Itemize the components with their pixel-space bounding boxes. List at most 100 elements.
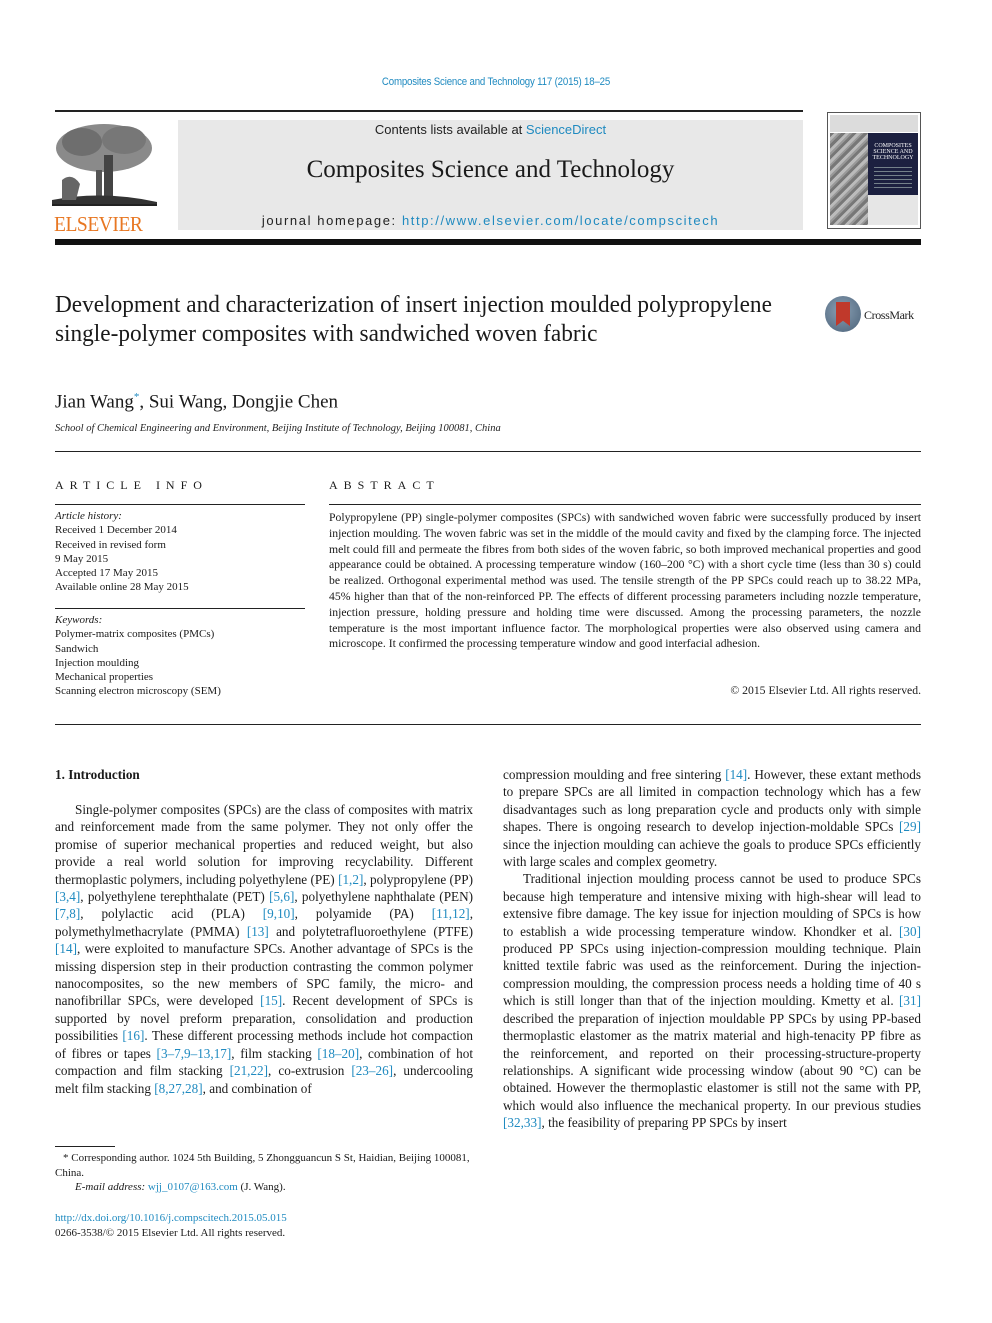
body-text-run: , polypropylene (PP) <box>363 871 473 887</box>
author-corresponding[interactable]: Jian Wang <box>55 391 134 412</box>
keyword-item: Scanning electron microscopy (SEM) <box>55 685 221 698</box>
citation-link[interactable]: [15] <box>260 993 282 1008</box>
citation-link[interactable]: [18–20] <box>317 1046 359 1061</box>
divider-below-abstract <box>55 724 921 725</box>
author-others: , Sui Wang, Dongjie Chen <box>139 391 339 413</box>
body-text-run: described the preparation of injection m… <box>503 1010 921 1113</box>
cover-photo <box>830 133 868 225</box>
body-text-run: , and combination of <box>202 1080 312 1096</box>
history-item: 9 May 2015 <box>55 552 109 565</box>
keywords: Keywords: Polymer-matrix composites (PMC… <box>55 613 305 699</box>
citation-link[interactable]: [9,10] <box>263 906 295 921</box>
elsevier-logo[interactable]: ELSEVIER <box>52 120 157 236</box>
citation-link[interactable]: [30] <box>899 924 921 939</box>
article-info-heading: ARTICLE INFO <box>55 478 208 492</box>
body-text-run: compression moulding and free sintering <box>503 767 726 782</box>
body-text-run: , polylactic acid (PLA) <box>80 906 263 922</box>
keyword-item: Polymer-matrix composites (PMCs) <box>55 628 215 641</box>
intro-paragraph-1: Single-polymer composites (SPCs) are the… <box>55 801 473 1097</box>
body-text-run: since the injection moulding can achieve… <box>503 836 921 870</box>
corresponding-author-footnote: * Corresponding author. 1024 5th Buildin… <box>55 1151 473 1195</box>
history-item: Available online 28 May 2015 <box>55 581 189 594</box>
contents-availability: Contents lists available at ScienceDirec… <box>178 122 803 137</box>
keyword-item: Sandwich <box>55 642 99 655</box>
contents-prefix: Contents lists available at <box>374 122 526 137</box>
divider-below-affiliation <box>55 451 921 452</box>
cover-lower-panel <box>868 195 918 225</box>
homepage-link[interactable]: http://www.elsevier.com/locate/compscite… <box>402 213 719 228</box>
keyword-item: Mechanical properties <box>55 671 154 684</box>
body-text-run: , the feasibility of preparing PP SPCs b… <box>541 1115 787 1131</box>
running-head-citation[interactable]: Composites Science and Technology 117 (2… <box>60 76 933 88</box>
body-text-run: , polyamide (PA) <box>294 906 432 922</box>
email-label: E-mail address: <box>75 1181 148 1193</box>
section-heading-introduction: 1. Introduction <box>55 767 140 782</box>
crossmark-badge[interactable]: CrossMark <box>825 296 925 334</box>
body-text-run: produced PP SPCs using injection-compres… <box>503 941 921 1009</box>
article-info-rule <box>55 504 305 505</box>
history-item: Received in revised form <box>55 538 166 551</box>
abstract-copyright: © 2015 Elsevier Ltd. All rights reserved… <box>730 684 921 697</box>
abstract-text: Polypropylene (PP) single-polymer compos… <box>329 511 921 651</box>
footnote-address: * Corresponding author. 1024 5th Buildin… <box>55 1152 470 1179</box>
body-text-run: , co-extrusion <box>268 1063 352 1079</box>
cover-title-panel: COMPOSITES SCIENCE AND TECHNOLOGY <box>868 133 918 195</box>
body-text-run: , film stacking <box>231 1045 318 1061</box>
body-text-run: , polyethylene naphthalate (PEN) <box>294 889 474 905</box>
citation-link[interactable]: [32,33] <box>503 1115 541 1130</box>
article-history-label: Article history: <box>55 510 122 522</box>
citation-link[interactable]: [14] <box>55 941 77 956</box>
intro-paragraph-2: Traditional injection moulding process c… <box>503 870 921 1131</box>
abstract-rule <box>329 504 921 505</box>
journal-cover-thumbnail[interactable]: COMPOSITES SCIENCE AND TECHNOLOGY <box>827 112 921 229</box>
header-thick-rule <box>55 239 921 245</box>
history-item: Received 1 December 2014 <box>55 524 177 537</box>
affiliation: School of Chemical Engineering and Envir… <box>55 423 501 434</box>
body-text-run: Traditional injection moulding process c… <box>503 871 921 939</box>
author-list: Jian Wang*, Sui Wang, Dongjie Chen <box>55 391 338 413</box>
citation-link[interactable]: [3,4] <box>55 889 80 904</box>
journal-title: Composites Science and Technology <box>306 156 675 183</box>
email-link[interactable]: wjj_0107@163.com <box>148 1181 238 1193</box>
footnote-rule <box>55 1146 115 1147</box>
issn-copyright: 0266-3538/© 2015 Elsevier Ltd. All right… <box>55 1227 286 1239</box>
keyword-item: Injection moulding <box>55 656 140 669</box>
body-column-right: compression moulding and free sintering … <box>503 766 921 1132</box>
citation-link[interactable]: [3–7,9–13,17] <box>157 1046 232 1061</box>
citation-link[interactable]: [7,8] <box>55 906 80 921</box>
cover-title: COMPOSITES SCIENCE AND TECHNOLOGY <box>872 143 914 161</box>
citation-link[interactable]: [21,22] <box>230 1063 268 1078</box>
elsevier-tree-icon <box>52 120 157 208</box>
cover-top-band <box>830 115 918 132</box>
journal-homepage: journal homepage: http://www.elsevier.co… <box>178 213 803 228</box>
citation-link[interactable]: [23–26] <box>351 1063 393 1078</box>
abstract-heading: ABSTRACT <box>329 478 440 492</box>
homepage-prefix: journal homepage: <box>261 213 402 228</box>
intro-paragraph-1-continued: compression moulding and free sintering … <box>503 766 921 870</box>
doi-block: http://dx.doi.org/10.1016/j.compscitech.… <box>55 1211 287 1241</box>
cover-editor-lines <box>874 167 912 191</box>
citation-link[interactable]: [8,27,28] <box>154 1081 202 1096</box>
citation-link[interactable]: [1,2] <box>338 872 363 887</box>
article-history: Article history: Received 1 December 201… <box>55 509 305 595</box>
citation-link[interactable]: [14] <box>725 767 747 782</box>
email-suffix: (J. Wang). <box>237 1181 286 1193</box>
doi-link[interactable]: http://dx.doi.org/10.1016/j.compscitech.… <box>55 1211 287 1226</box>
citation-link[interactable]: [11,12] <box>432 906 470 921</box>
citation-link[interactable]: [16] <box>122 1028 144 1043</box>
citation-link[interactable]: [31] <box>899 993 921 1008</box>
header-top-rule <box>55 110 803 112</box>
journal-header-box: Contents lists available at ScienceDirec… <box>178 120 803 230</box>
history-item: Accepted 17 May 2015 <box>55 567 158 580</box>
footnote-email-line: E-mail address: wjj_0107@163.com (J. Wan… <box>55 1180 473 1195</box>
citation-link[interactable]: [13] <box>247 924 269 939</box>
keywords-label: Keywords: <box>55 614 103 626</box>
citation-link[interactable]: [29] <box>899 819 921 834</box>
elsevier-wordmark: ELSEVIER <box>54 212 143 236</box>
article-title: Development and characterization of inse… <box>55 292 772 347</box>
sciencedirect-link[interactable]: ScienceDirect <box>526 122 606 137</box>
body-text-run: and polytetrafluoroethylene (PTFE) <box>268 923 473 939</box>
citation-link[interactable]: [5,6] <box>269 889 294 904</box>
body-text-run: , polyethylene terephthalate (PET) <box>80 889 270 905</box>
keywords-rule <box>55 608 305 609</box>
